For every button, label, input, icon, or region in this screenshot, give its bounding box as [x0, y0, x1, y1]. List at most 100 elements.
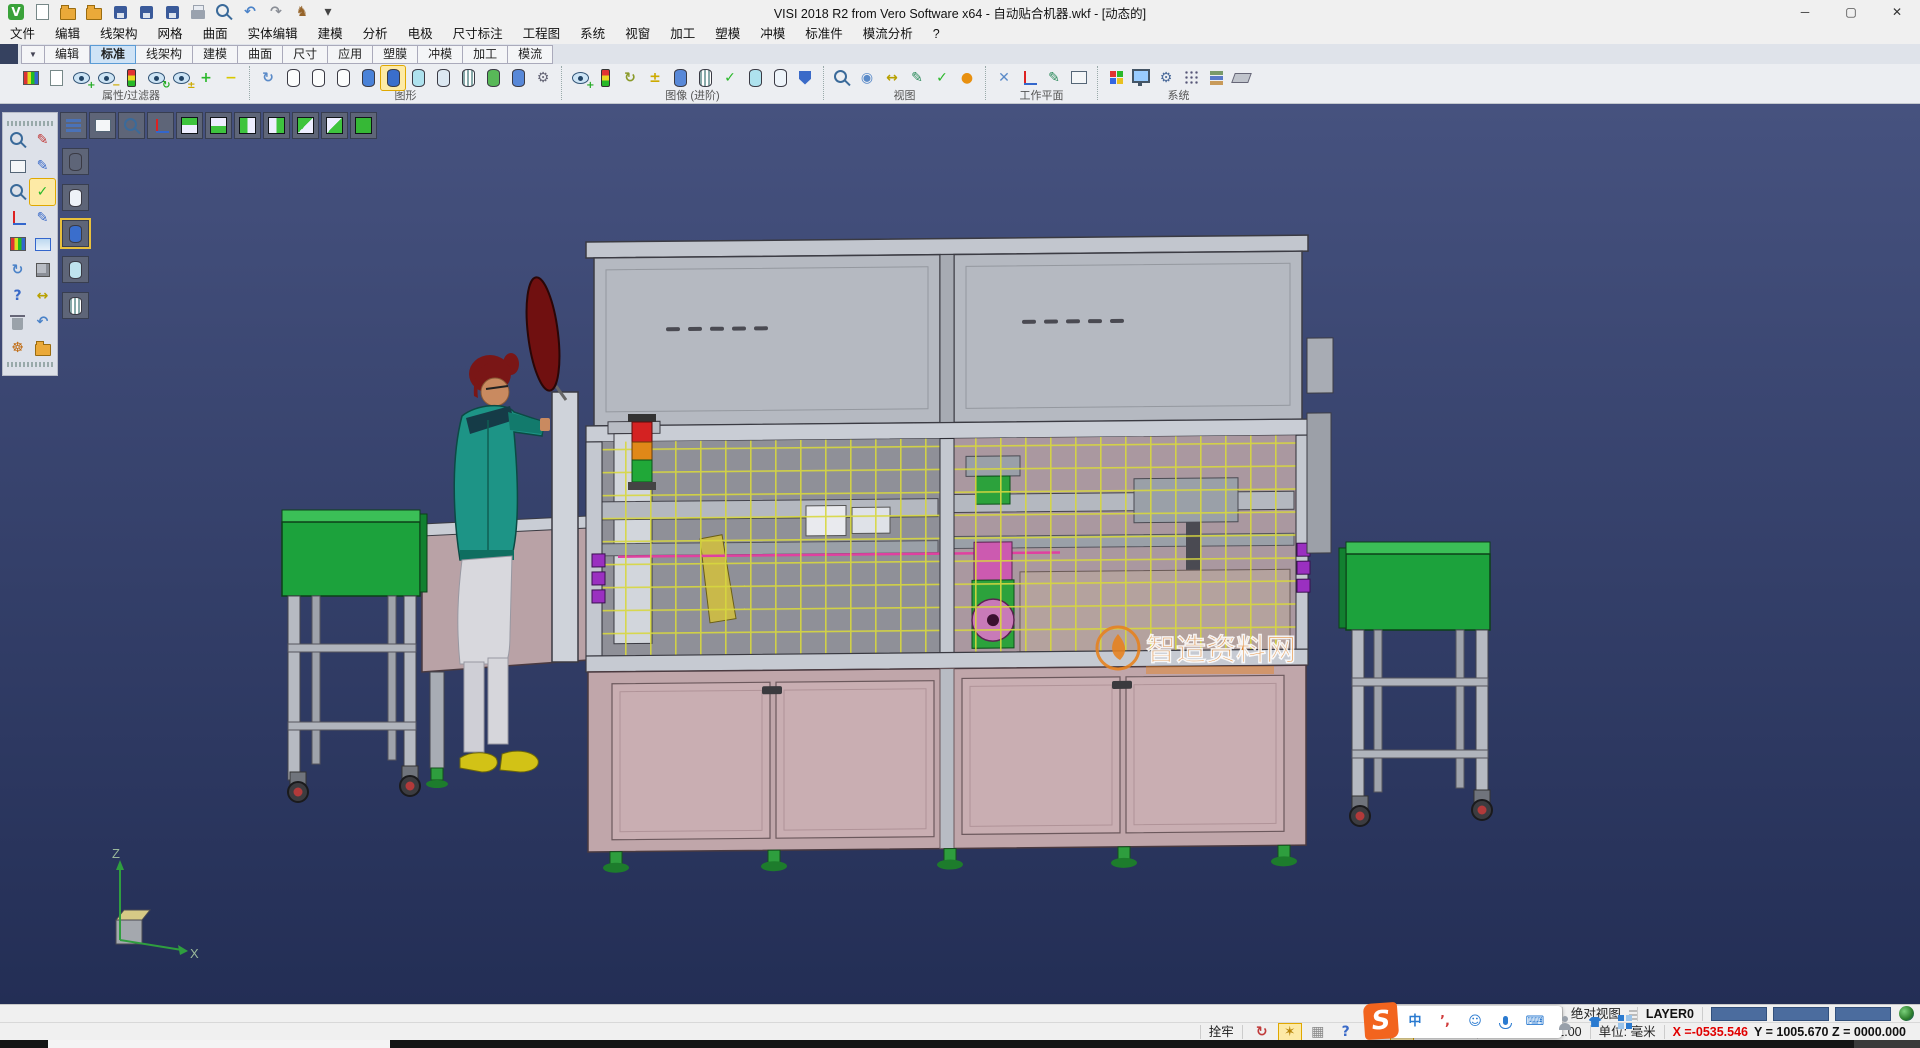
maximize-button[interactable]: ▢	[1828, 0, 1874, 24]
adv-traffic-filter-button[interactable]	[593, 66, 617, 90]
view-sketch-button[interactable]: ✎	[905, 66, 929, 90]
viewport-pane-button[interactable]	[30, 231, 55, 257]
zoom-extents-button[interactable]	[5, 179, 30, 205]
view-iso-shaded-button[interactable]	[350, 112, 377, 139]
ribbon-tab-2[interactable]: 线架构	[136, 45, 193, 64]
qat-overflow-button[interactable]: ▾	[316, 0, 340, 24]
sys-options-button[interactable]: ⚙	[1154, 66, 1178, 90]
transparent-mode-button[interactable]	[456, 66, 480, 90]
ime-mic-button[interactable]	[1494, 1014, 1516, 1030]
mode-wireframe-button[interactable]	[62, 148, 89, 175]
show-all-button[interactable]: +	[194, 66, 218, 90]
calculator-button[interactable]: ▦	[1307, 1024, 1329, 1040]
ribbon-tab-9[interactable]: 加工	[463, 45, 508, 64]
menu-item-12[interactable]: 视窗	[615, 24, 660, 44]
open-file-button[interactable]	[56, 0, 80, 24]
menu-item-18[interactable]: ?	[923, 24, 950, 44]
measure-distance-button[interactable]: ↔	[30, 283, 55, 309]
menu-item-8[interactable]: 电极	[398, 24, 443, 44]
spline-edit-button[interactable]: ✎	[30, 205, 55, 231]
menu-item-9[interactable]: 尺寸标注	[443, 24, 513, 44]
sys-colors-button[interactable]	[1104, 66, 1128, 90]
viewport-3d[interactable]: 智造资料网 Z X ✎✎✓✎↻?↔↶☸	[0, 104, 1920, 1004]
globe-icon[interactable]	[1899, 1006, 1914, 1021]
undo-button[interactable]: ↶	[238, 0, 262, 24]
menu-item-16[interactable]: 标准件	[795, 24, 853, 44]
save-button[interactable]	[108, 0, 132, 24]
view-front-button[interactable]	[234, 112, 261, 139]
hide-entities-button[interactable]	[94, 66, 118, 90]
zoom-dynamic-button[interactable]	[118, 112, 145, 139]
command-replay-button[interactable]: ♞	[290, 0, 314, 24]
snap-record-button[interactable]: ↻	[1251, 1024, 1273, 1040]
dashed-hidden-mode-button[interactable]	[331, 66, 355, 90]
ime-logo-icon[interactable]: S	[1363, 1002, 1399, 1040]
undo-back-button[interactable]: ↶	[30, 309, 55, 335]
menu-item-5[interactable]: 实体编辑	[238, 24, 308, 44]
sys-slab-button[interactable]	[1229, 66, 1253, 90]
wp-rotate-button[interactable]: ✕	[992, 66, 1016, 90]
view-bottom-button[interactable]	[205, 112, 232, 139]
view-zoom-button[interactable]	[830, 66, 854, 90]
open-recent-button[interactable]	[82, 0, 106, 24]
taskbar-search-sliver[interactable]	[48, 1040, 390, 1048]
adv-section-button[interactable]	[668, 66, 692, 90]
menu-item-15[interactable]: 冲模	[750, 24, 795, 44]
attribute-layers-button[interactable]	[5, 231, 30, 257]
attributes-paint-button[interactable]	[19, 66, 43, 90]
ribbon-tab-8[interactable]: 冲模	[418, 45, 463, 64]
menu-item-3[interactable]: 网格	[148, 24, 193, 44]
wp-align-button[interactable]	[1017, 66, 1041, 90]
refresh-visibility-button[interactable]	[144, 66, 168, 90]
ime-lang-button[interactable]: 中	[1404, 1014, 1426, 1030]
view-ball-button[interactable]: ●	[955, 66, 979, 90]
mode-shaded-button[interactable]	[62, 220, 89, 247]
render-group-button[interactable]	[481, 66, 505, 90]
save-as-button[interactable]	[134, 0, 158, 24]
view-right-button[interactable]	[321, 112, 348, 139]
menu-item-4[interactable]: 曲面	[193, 24, 238, 44]
context-help-button[interactable]: ?	[1335, 1024, 1357, 1040]
menu-item-0[interactable]: 文件	[0, 24, 45, 44]
fit-plane-button[interactable]	[5, 153, 30, 179]
wp-view-button[interactable]	[1067, 66, 1091, 90]
ime-toolbar[interactable]: S 中’,☺⌨	[1370, 1006, 1562, 1038]
import-folder-button[interactable]	[30, 335, 55, 361]
ribbon-tab-0[interactable]: 编辑	[45, 45, 90, 64]
menu-item-2[interactable]: 线架构	[90, 24, 148, 44]
view-check-button[interactable]: ✓	[930, 66, 954, 90]
ribbon-tab-1[interactable]: 标准	[90, 45, 136, 64]
view-menu-button[interactable]	[60, 112, 87, 139]
help-button[interactable]: ?	[5, 283, 30, 309]
regenerate-button[interactable]: ↻	[5, 257, 30, 283]
ribbon-tab-5[interactable]: 尺寸	[283, 45, 328, 64]
regen-graphics-button[interactable]: ↻	[256, 66, 280, 90]
render-copy-button[interactable]	[506, 66, 530, 90]
view-back-button[interactable]	[263, 112, 290, 139]
print-preview-button[interactable]	[212, 0, 236, 24]
adv-show-button[interactable]	[568, 66, 592, 90]
adv-regen-button[interactable]: ↻	[618, 66, 642, 90]
hidden-line-mode-button[interactable]	[306, 66, 330, 90]
new-document-button[interactable]	[30, 0, 54, 24]
menu-item-13[interactable]: 加工	[660, 24, 705, 44]
ime-toolbox-button[interactable]	[1614, 1014, 1636, 1030]
toggle-visibility-button[interactable]	[169, 66, 193, 90]
show-entities-button[interactable]	[69, 66, 93, 90]
delete-trash-button[interactable]	[5, 309, 30, 335]
sys-grid-button[interactable]	[1179, 66, 1203, 90]
confirm-check-button[interactable]: ✓	[30, 179, 55, 205]
hide-all-button[interactable]: −	[219, 66, 243, 90]
ime-keyboard-button[interactable]: ⌨	[1524, 1014, 1546, 1030]
print-button[interactable]	[186, 0, 210, 24]
graphics-settings-button[interactable]: ⚙	[531, 66, 555, 90]
ime-emoji-button[interactable]: ☺	[1464, 1014, 1486, 1030]
orient-wcs-button[interactable]	[5, 205, 30, 231]
view-left-button[interactable]	[292, 112, 319, 139]
menu-item-1[interactable]: 编辑	[45, 24, 90, 44]
menu-item-10[interactable]: 工程图	[513, 24, 571, 44]
view-orbit-button[interactable]: ◉	[855, 66, 879, 90]
ime-punct-button[interactable]: ’,	[1434, 1014, 1456, 1030]
mode-textured-button[interactable]	[62, 292, 89, 319]
shaded-left-button[interactable]	[356, 66, 380, 90]
